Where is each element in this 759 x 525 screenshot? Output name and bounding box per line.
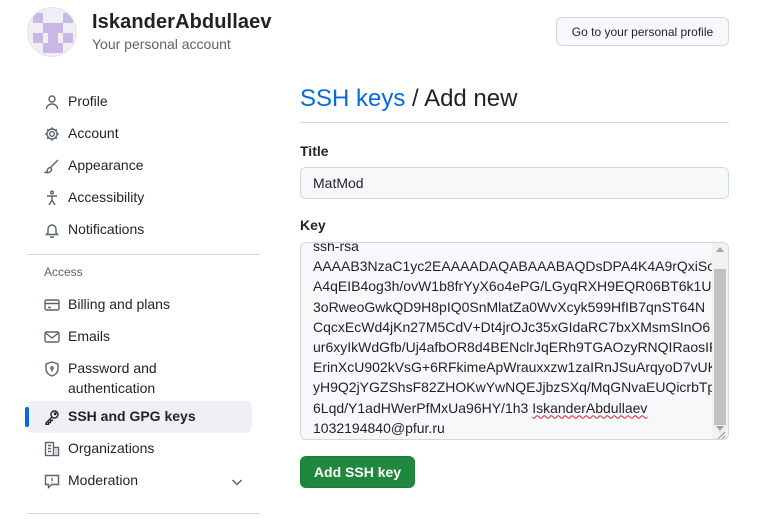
main-content: SSH keys / Add new Title MatMod Key ssh-…: [300, 84, 729, 488]
report-icon: [44, 473, 60, 489]
key-line: yH9Q2jYGZShsF82ZHOKwYwNQEJjbzSXq/MqGNvaE…: [313, 379, 723, 396]
key-line: 6Lqd/Y1adHWerPfMxUa96HY/1h3 IskanderAbdu…: [313, 398, 713, 418]
resize-handle-icon[interactable]: [716, 427, 726, 439]
key-line-text: 6Lqd/Y1adHWerPfMxUa96HY/1h3: [313, 399, 533, 416]
sidebar-item-billing[interactable]: Billing and plans: [27, 289, 260, 321]
chevron-down-icon[interactable]: [229, 474, 245, 490]
key-icon: [44, 409, 60, 425]
sidebar-item-label: Profile: [68, 93, 108, 109]
accessibility-icon: [44, 190, 60, 206]
sidebar-item-account[interactable]: Account: [27, 118, 260, 150]
breadcrumb-current: Add new: [424, 85, 518, 112]
sidebar-item-emails[interactable]: Emails: [27, 321, 260, 353]
account-subtitle: Your personal account: [92, 36, 231, 52]
sidebar-item-password-authentication[interactable]: Password and authentication: [27, 353, 260, 401]
title-label: Title: [300, 143, 329, 159]
key-text: ssh-rsa AAAAB3NzaC1yc2EAAAADAQABAAABAQDsD…: [313, 242, 723, 438]
key-line: AAAAB3NzaC1yc2EAAAADAQABAAABAQDsDPA4K4A9…: [313, 258, 716, 275]
organization-icon: [44, 441, 60, 457]
sidebar-item-label-line1: Password and: [68, 360, 157, 376]
breadcrumb-ssh-keys-link[interactable]: SSH keys: [300, 85, 405, 112]
key-line: ssh-rsa: [313, 242, 359, 254]
shield-lock-icon: [44, 361, 60, 377]
sidebar-item-profile[interactable]: Profile: [27, 86, 260, 118]
sidebar-item-ssh-gpg-keys[interactable]: SSH and GPG keys: [25, 401, 252, 433]
bell-icon: [44, 222, 60, 238]
key-textarea[interactable]: ssh-rsa AAAAB3NzaC1yc2EAAAADAQABAAABAQDsD…: [300, 242, 729, 440]
key-scrollbar[interactable]: [712, 243, 728, 439]
sidebar-item-appearance[interactable]: Appearance: [27, 150, 260, 182]
sidebar-item-label: Billing and plans: [68, 296, 170, 312]
settings-sidebar: Profile Account Appearance Accessibility…: [25, 86, 260, 497]
scrollbar-thumb[interactable]: [714, 269, 726, 425]
sidebar-bottom-divider: [27, 513, 260, 514]
key-label: Key: [300, 217, 326, 233]
sidebar-item-label: Moderation: [68, 472, 139, 488]
sidebar-item-label: Emails: [68, 328, 111, 344]
key-line: A4qEIB4og3h/ovW1b8frYyX6o4ePG/LGyqRXH9EQ…: [313, 278, 721, 295]
title-input[interactable]: MatMod: [300, 167, 729, 199]
key-line: ur6xyIkWdGfb/Uj4afbOR8d4BENclrJqERh9TGAO…: [313, 339, 720, 356]
sidebar-item-accessibility[interactable]: Accessibility: [27, 182, 260, 214]
key-username: IskanderAbdullaev: [532, 399, 648, 416]
sidebar-item-organizations[interactable]: Organizations: [27, 433, 260, 465]
sidebar-item-label: Organizations: [68, 440, 155, 456]
key-line: 3oRweoGwkQD9H8pIQ0SnMlatZa0WvXcyk599HfIB…: [313, 298, 706, 315]
sidebar-item-label: SSH and GPG keys: [68, 408, 196, 424]
add-ssh-key-button[interactable]: Add SSH key: [300, 456, 415, 488]
paintbrush-icon: [44, 158, 60, 174]
sidebar-item-notifications[interactable]: Notifications: [27, 214, 260, 246]
sidebar-item-label-line2: authentication: [68, 380, 156, 396]
key-line: CqcxEcWd4jKn27M5CdV+Dt4jrOJc35xGIdaRC7bx…: [313, 318, 711, 335]
sidebar-item-moderation[interactable]: Moderation: [27, 465, 260, 497]
key-line: ErinXcU902kVsG+6RFkimeApWrauxxzw1zaIRnJS…: [313, 359, 717, 376]
sidebar-item-label: Appearance: [68, 157, 144, 173]
sidebar-item-label: Account: [68, 125, 119, 141]
page-title: SSH keys / Add new: [300, 84, 729, 122]
gear-icon: [44, 126, 60, 142]
sidebar-section-heading-access: Access: [44, 265, 83, 279]
title-divider: [300, 122, 729, 123]
sidebar-item-label: Accessibility: [68, 189, 145, 205]
account-username[interactable]: IskanderAbdullaev: [92, 11, 272, 34]
breadcrumb-separator: /: [405, 85, 425, 112]
key-line: 1032194840@pfur.ru: [313, 419, 445, 436]
mail-icon: [44, 329, 60, 345]
credit-card-icon: [44, 297, 60, 313]
scroll-up-arrow-icon[interactable]: [716, 247, 724, 252]
sidebar-item-label: Password and authentication: [68, 358, 157, 398]
person-icon: [44, 94, 60, 110]
avatar[interactable]: [27, 7, 77, 57]
go-to-profile-button[interactable]: Go to your personal profile: [556, 17, 729, 46]
sidebar-item-label: Notifications: [68, 221, 145, 237]
